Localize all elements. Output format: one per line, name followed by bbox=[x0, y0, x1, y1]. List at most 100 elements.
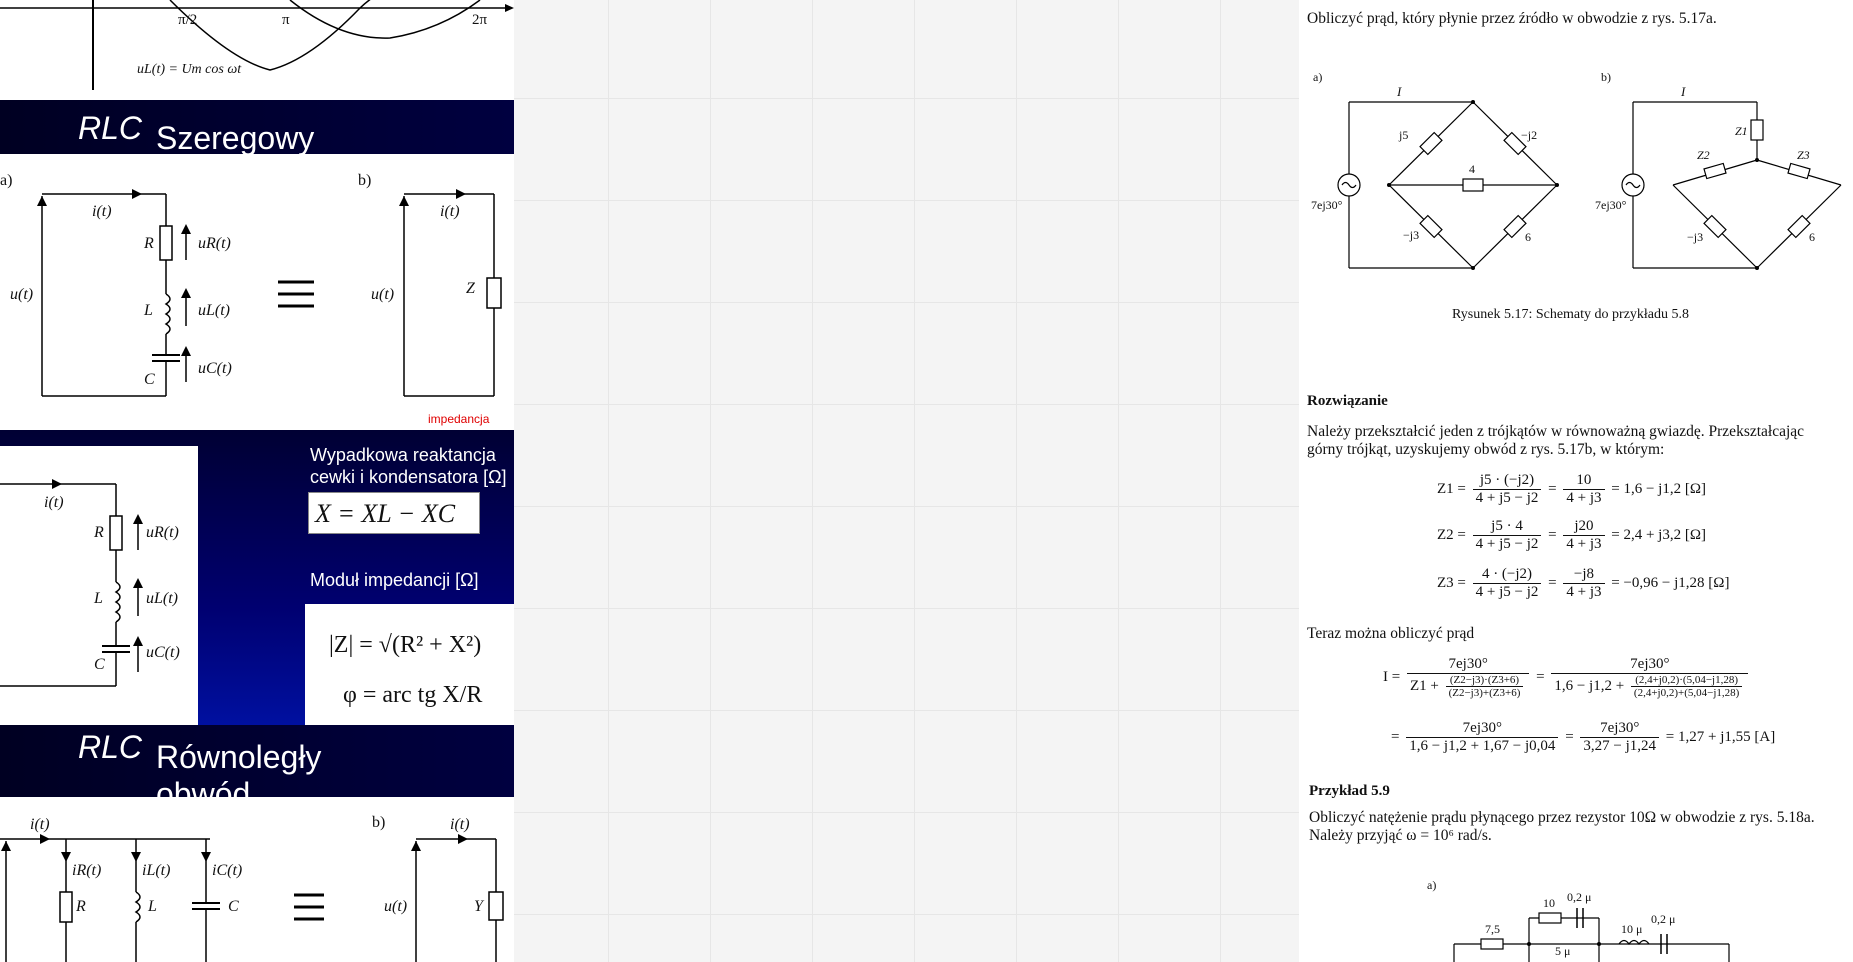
eq-I1-lhs: I = bbox=[1383, 668, 1401, 685]
fig-a-j5: j5 bbox=[1399, 128, 1409, 142]
fig-a-mj3: −j3 bbox=[1403, 228, 1420, 242]
series-rlc-diagram bbox=[37, 189, 502, 397]
series-title-rlc: RLC bbox=[78, 110, 143, 146]
fig2-a-label: a) bbox=[1427, 878, 1437, 892]
figure-caption: Rysunek 5.17: Schematy do przykładu 5.8 bbox=[1452, 307, 1690, 322]
fig-b-mj3: −j3 bbox=[1687, 230, 1704, 244]
parallel-title-rlc: RLC bbox=[78, 729, 143, 765]
eq-z1-rhs: = 1,6 − j1,2 [Ω] bbox=[1611, 480, 1706, 497]
eq-z3-lhs: Z3 = bbox=[1437, 574, 1466, 591]
eq-z1-lhs: Z1 = bbox=[1437, 480, 1466, 497]
series-C-label: C bbox=[144, 371, 155, 388]
parallel-rlc-title-bar: Równoległy obwód RLC bbox=[0, 725, 514, 812]
solution-heading: Rozwiązanie bbox=[1307, 393, 1388, 409]
parallel-C-label: C bbox=[228, 898, 239, 915]
eq-z2-frac1: j5 · 44 + j5 − j2 bbox=[1472, 518, 1542, 553]
series-b-label: b) bbox=[358, 172, 372, 189]
fig-b-r6: 6 bbox=[1809, 230, 1815, 244]
series-i-label-b: i(t) bbox=[440, 203, 460, 220]
parallel-i-label: i(t) bbox=[30, 816, 50, 833]
eq-I1-frac2: 7ej30° 1,6 − j1,2 + (2,4+j0,2)·(5,04−j1,… bbox=[1551, 656, 1749, 699]
parallel-b-label: b) bbox=[372, 814, 386, 831]
tick-2pi: 2π bbox=[472, 12, 488, 28]
eq-I2-rhs: = 1,27 + j1,55 [A] bbox=[1665, 728, 1776, 745]
series-uR-label: uR(t) bbox=[198, 235, 231, 252]
right-document-panel: Obliczyć prąd, który płynie przez źródło… bbox=[1299, 0, 1853, 962]
reactance-formula-box: X = XL − XC bbox=[308, 492, 480, 534]
slide-R-label: R bbox=[94, 524, 104, 541]
phase-formula: φ = arc tg X/R bbox=[343, 682, 483, 708]
fig-a-r6: 6 bbox=[1525, 230, 1531, 244]
fig-b-Z3: Z3 bbox=[1797, 148, 1810, 162]
parallel-Y-label: Y bbox=[474, 898, 483, 915]
parallel-iC-label: iC(t) bbox=[212, 862, 243, 879]
fig-a-label: a) bbox=[1313, 70, 1323, 84]
left-slide-panel: π/2 π 2π uL(t) = Um cos ωt Szeregowy obw… bbox=[0, 0, 514, 962]
series-Z-label: Z bbox=[466, 280, 475, 297]
example-line-1: Obliczyć natężenie prądu płynącego przez… bbox=[1309, 809, 1815, 826]
top-plot bbox=[0, 0, 514, 90]
equation-z2: Z2 = j5 · 44 + j5 − j2 = j20 4 + j3 = 2,4… bbox=[1437, 518, 1706, 553]
eq-z2-frac2: j20 4 + j3 bbox=[1563, 518, 1605, 553]
solution-line-2: górny trójkąt, uzyskujemy obwód z rys. 5… bbox=[1307, 441, 1665, 458]
fig2-l10: 10 μ bbox=[1621, 922, 1643, 936]
fig-b-Z2: Z2 bbox=[1697, 148, 1710, 162]
parallel-i-label-b: i(t) bbox=[450, 816, 470, 833]
fig-b-Z1: Z1 bbox=[1735, 124, 1748, 138]
fig-a-mj2: −j2 bbox=[1521, 128, 1538, 142]
fig2-c02a: 0,2 μ bbox=[1567, 890, 1592, 904]
eq-z1-frac2: 10 4 + j3 bbox=[1563, 472, 1605, 507]
series-i-label: i(t) bbox=[92, 203, 112, 220]
eq-I2-eq: = bbox=[1565, 728, 1574, 745]
parallel-L-label: L bbox=[148, 898, 157, 915]
slide-uC-label: uC(t) bbox=[146, 644, 180, 661]
example-line-2: Należy przyjąć ω = 10⁶ rad/s. bbox=[1309, 827, 1492, 844]
series-uC-label: uC(t) bbox=[198, 360, 232, 377]
eq-I2-frac2: 7ej30° 3,27 − j1,24 bbox=[1580, 720, 1660, 755]
fig-b-src: 7ej30° bbox=[1595, 198, 1627, 212]
equation-I-line1: I = 7ej30° Z1 + (Z2−j3)·(Z3+6) (Z2−j3)+(Z… bbox=[1383, 656, 1751, 699]
figure-5-17 bbox=[1337, 100, 1842, 270]
now-text: Teraz można obliczyć prąd bbox=[1307, 625, 1475, 642]
equation-z1: Z1 = j5 · (−j2) 4 + j5 − j2 = 10 4 + j3 = … bbox=[1437, 472, 1706, 507]
fig-a-r4: 4 bbox=[1469, 162, 1475, 176]
reactance-title: Wypadkowa reaktancja cewki i kondensator… bbox=[310, 445, 507, 487]
slide-uR-label: uR(t) bbox=[146, 524, 179, 541]
modulus-formula: |Z| = √(R² + X²) bbox=[329, 632, 482, 658]
fig2-l5: 5 μ bbox=[1555, 944, 1571, 958]
fig-b-I: I bbox=[1681, 84, 1686, 99]
eq-I1-eq: = bbox=[1536, 668, 1545, 685]
fig2-r10: 10 bbox=[1543, 896, 1555, 910]
parallel-u-label: u(t) bbox=[384, 898, 408, 915]
series-uL-label: uL(t) bbox=[198, 302, 230, 319]
impedance-note: impedancja bbox=[428, 412, 490, 426]
eq-I2-frac1: 7ej30° 1,6 − j1,2 + 1,67 − j0,04 bbox=[1406, 720, 1559, 755]
slide-C-label: C bbox=[94, 656, 105, 673]
solution-line-1: Należy przekształcić jeden z trójkątów w… bbox=[1307, 423, 1805, 440]
series-L-label: L bbox=[144, 302, 153, 319]
series-rlc-title-bar: Szeregowy obwód RLC bbox=[0, 100, 514, 193]
fig-b-label: b) bbox=[1601, 70, 1611, 84]
eq-z2-rhs: = 2,4 + j3,2 [Ω] bbox=[1611, 526, 1706, 543]
fig2-c02b: 0,2 μ bbox=[1651, 912, 1676, 926]
parallel-iR-label: iR(t) bbox=[72, 862, 102, 879]
curve-label: uL(t) = Um cos ωt bbox=[137, 62, 242, 77]
eq-I2-lead: = bbox=[1391, 728, 1400, 745]
modulus-title: Moduł impedancji [Ω] bbox=[310, 570, 479, 590]
slide-uL-label: uL(t) bbox=[146, 590, 178, 607]
slide-i-label: i(t) bbox=[44, 494, 64, 511]
modulus-formula-box: |Z| = √(R² + X²) φ = arc tg X/R bbox=[305, 604, 514, 725]
fig-a-I: I bbox=[1397, 84, 1402, 99]
eq-I1-frac1: 7ej30° Z1 + (Z2−j3)·(Z3+6) (Z2−j3)+(Z3+6) bbox=[1406, 656, 1530, 699]
series-R-label: R bbox=[144, 235, 154, 252]
eq-z2-lhs: Z2 = bbox=[1437, 526, 1466, 543]
eq-z1-frac1: j5 · (−j2) 4 + j5 − j2 bbox=[1472, 472, 1542, 507]
tick-pi-half: π/2 bbox=[178, 12, 198, 28]
fig2-r75: 7,5 bbox=[1485, 922, 1500, 936]
series-a-label: a) bbox=[0, 172, 13, 189]
parallel-iL-label: iL(t) bbox=[142, 862, 171, 879]
eq-z3-frac2: −j8 4 + j3 bbox=[1563, 566, 1605, 601]
series-u-label: u(t) bbox=[10, 286, 34, 303]
eq-z3-rhs: = −0,96 − j1,28 [Ω] bbox=[1611, 574, 1730, 591]
intro-text: Obliczyć prąd, który płynie przez źródło… bbox=[1307, 10, 1717, 27]
